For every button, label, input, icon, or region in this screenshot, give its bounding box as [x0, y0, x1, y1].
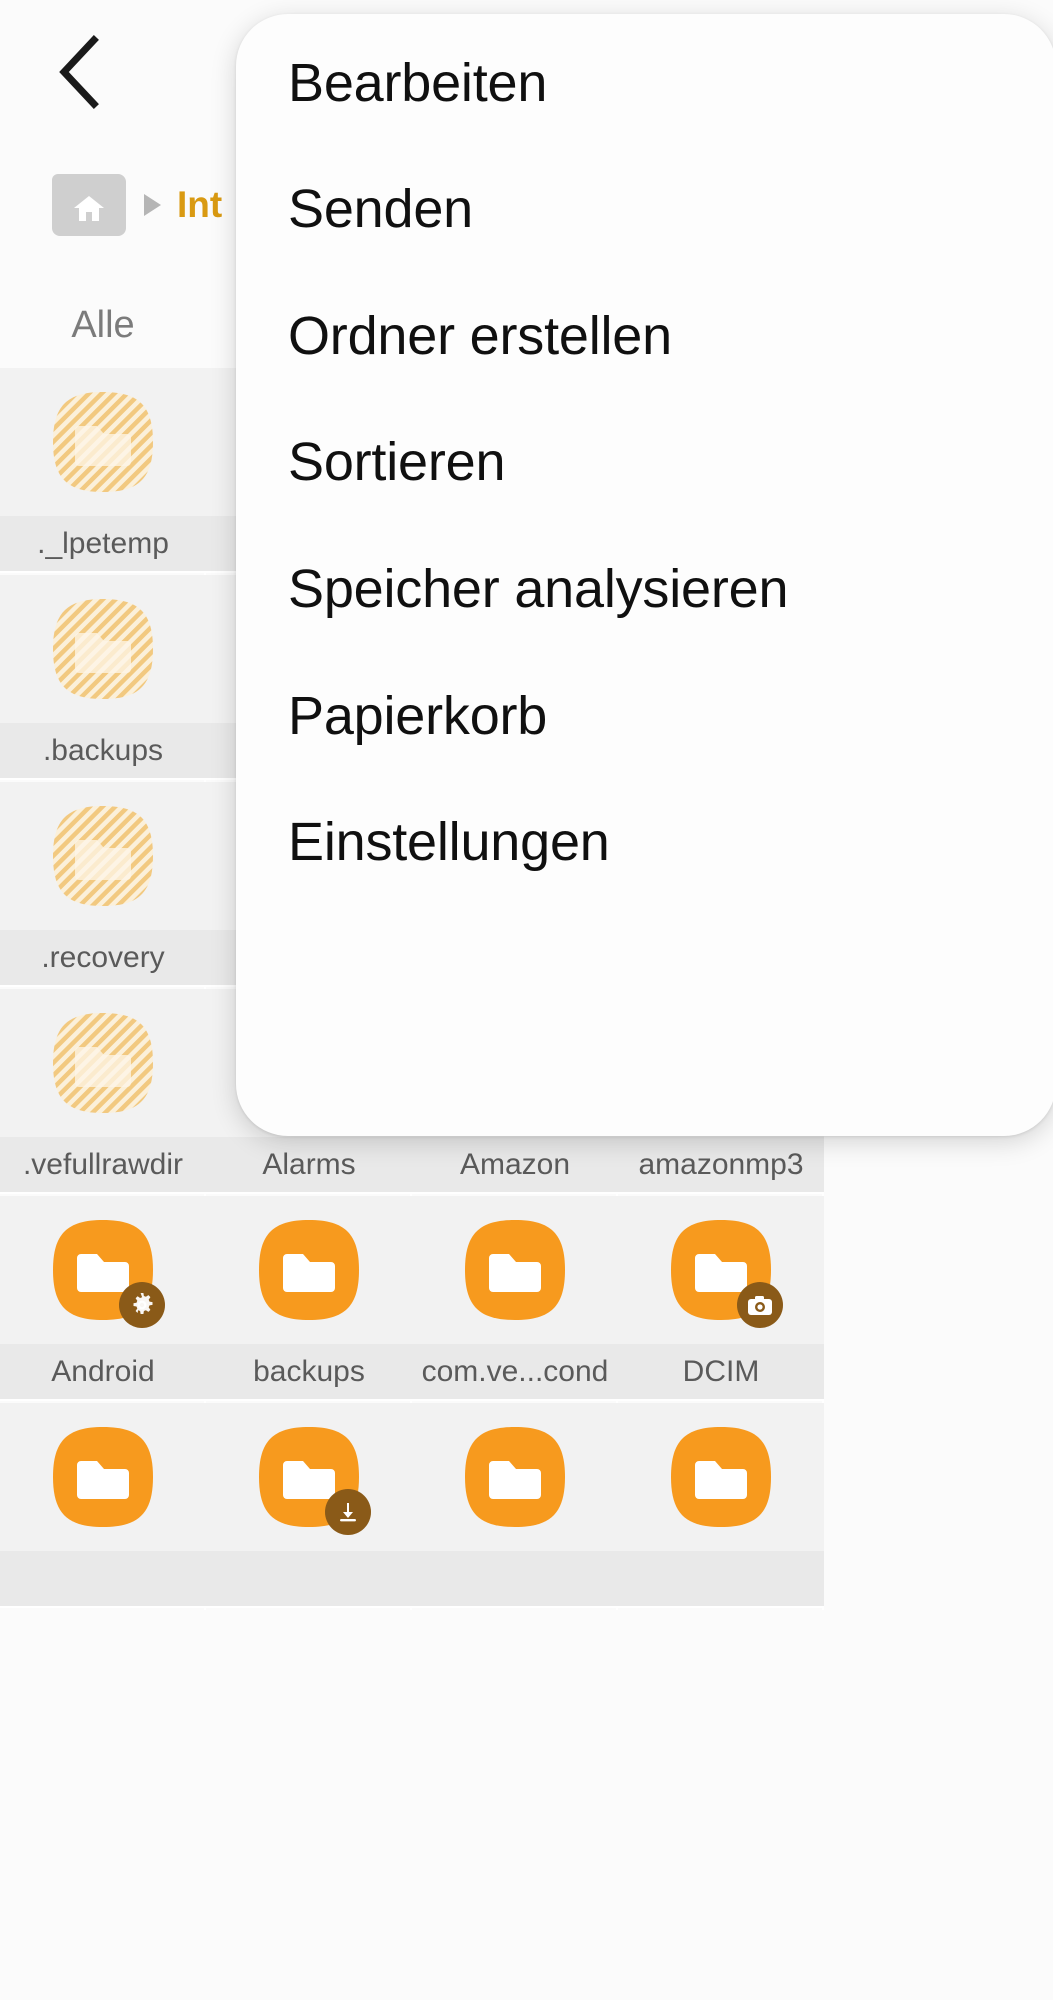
hidden-folder-icon: [51, 597, 155, 701]
menu-item-ordner-erstellen[interactable]: Ordner erstellen: [288, 281, 1048, 391]
file-thumbnail[interactable]: [0, 782, 206, 930]
overflow-menu: Bearbeiten Senden Ordner erstellen Sortiere…: [236, 14, 1053, 1136]
chevron-right-icon: [144, 194, 161, 216]
file-grid-item[interactable]: ._lpetemp: [0, 368, 206, 575]
folder-icon: [257, 1218, 361, 1322]
file-manager-screen: Int Alle ._lpetemp.apps.bluetooth.cache.…: [0, 0, 1053, 2000]
file-name-cell: DCIM: [618, 1344, 824, 1401]
file-grid-item[interactable]: [412, 1403, 618, 1610]
breadcrumb-current-label[interactable]: Int: [177, 184, 222, 226]
file-name-label: Alarms: [262, 1147, 356, 1181]
file-grid-item[interactable]: .recovery: [0, 782, 206, 989]
breadcrumb: Int: [52, 165, 222, 245]
menu-item-label: Papierkorb: [288, 686, 548, 746]
file-grid-item[interactable]: [206, 1403, 412, 1610]
menu-item-label: Bearbeiten: [288, 53, 548, 113]
folder-squircle-shape: [465, 1427, 565, 1527]
file-name-label: com.ve...cond: [421, 1354, 609, 1388]
folder-icon: [669, 1425, 773, 1529]
gear-badge-icon: [119, 1282, 165, 1328]
folder-icon: [463, 1425, 567, 1529]
menu-item-label: Senden: [288, 179, 473, 239]
menu-item-label: Speicher analysieren: [288, 559, 789, 619]
file-name-cell: [0, 1551, 206, 1608]
file-grid-item[interactable]: com.ve...cond: [412, 1196, 618, 1403]
file-name-cell: .vefullrawdir: [0, 1137, 206, 1194]
file-name-label: .vefullrawdir: [22, 1147, 184, 1181]
home-glyph-icon: [74, 196, 104, 221]
file-name-label: .backups: [42, 733, 164, 767]
hidden-folder-icon: [51, 1011, 155, 1115]
file-name-cell: ._lpetemp: [0, 516, 206, 573]
tab-alle-label: Alle: [71, 303, 135, 346]
file-thumbnail[interactable]: [618, 1403, 824, 1551]
file-thumbnail[interactable]: [0, 575, 206, 723]
menu-item-sortieren[interactable]: Sortieren: [288, 407, 1048, 517]
file-name-label: amazonmp3: [638, 1147, 804, 1181]
file-thumbnail[interactable]: [0, 368, 206, 516]
file-thumbnail[interactable]: [412, 1403, 618, 1551]
file-grid-item[interactable]: [618, 1403, 824, 1610]
menu-item-senden[interactable]: Senden: [288, 154, 1048, 264]
file-name-cell: Amazon: [412, 1137, 618, 1194]
file-name-cell: [618, 1551, 824, 1608]
folder-squircle-shape: [53, 392, 153, 492]
chevron-left-icon: [59, 35, 99, 109]
menu-item-label: Ordner erstellen: [288, 306, 672, 366]
file-grid-item[interactable]: backups: [206, 1196, 412, 1403]
file-name-label: Android: [51, 1354, 155, 1388]
folder-squircle-shape: [53, 1427, 153, 1527]
file-name-label: ._lpetemp: [37, 526, 169, 560]
folder-squircle-shape: [671, 1427, 771, 1527]
file-name-cell: [206, 1551, 412, 1608]
menu-item-label: Sortieren: [288, 432, 506, 492]
folder-squircle-shape: [53, 806, 153, 906]
file-grid-item[interactable]: .vefullrawdir: [0, 989, 206, 1196]
file-thumbnail[interactable]: [618, 1196, 824, 1344]
camera-badge-icon: [737, 1282, 783, 1328]
file-thumbnail[interactable]: [0, 989, 206, 1137]
folder-squircle-shape: [465, 1220, 565, 1320]
file-name-cell: backups: [206, 1344, 412, 1401]
file-thumbnail[interactable]: [206, 1403, 412, 1551]
folder-icon: [463, 1218, 567, 1322]
file-name-cell: .backups: [0, 723, 206, 780]
file-name-cell: amazonmp3: [618, 1137, 824, 1194]
menu-item-label: Einstellungen: [288, 812, 610, 872]
folder-squircle-shape: [53, 599, 153, 699]
file-name-cell: [412, 1551, 618, 1608]
hidden-folder-icon: [51, 390, 155, 494]
file-name-cell: com.ve...cond: [412, 1344, 618, 1401]
menu-item-speicher-analysieren[interactable]: Speicher analysieren: [288, 534, 1048, 644]
file-name-cell: .recovery: [0, 930, 206, 987]
file-thumbnail[interactable]: [206, 1196, 412, 1344]
file-name-cell: Alarms: [206, 1137, 412, 1194]
file-grid-item[interactable]: Android: [0, 1196, 206, 1403]
file-grid-item[interactable]: DCIM: [618, 1196, 824, 1403]
menu-item-einstellungen[interactable]: Einstellungen: [288, 787, 1048, 897]
file-thumbnail[interactable]: [412, 1196, 618, 1344]
file-thumbnail[interactable]: [0, 1196, 206, 1344]
file-name-cell: Android: [0, 1344, 206, 1401]
hidden-folder-icon: [51, 804, 155, 908]
home-folder-icon[interactable]: [52, 174, 126, 236]
folder-icon: [669, 1218, 783, 1328]
folder-icon: [51, 1218, 165, 1328]
folder-icon: [257, 1425, 371, 1535]
file-name-label: .recovery: [41, 940, 165, 974]
file-thumbnail[interactable]: [0, 1403, 206, 1551]
back-button[interactable]: [40, 32, 120, 112]
file-grid-item[interactable]: .backups: [0, 575, 206, 782]
file-name-label: Amazon: [459, 1147, 571, 1181]
folder-icon: [51, 1425, 155, 1529]
file-name-label: backups: [253, 1354, 365, 1388]
file-name-label: DCIM: [682, 1354, 760, 1388]
tab-alle[interactable]: Alle: [0, 282, 206, 368]
download-badge-icon: [325, 1489, 371, 1535]
file-grid-item[interactable]: [0, 1403, 206, 1610]
menu-item-papierkorb[interactable]: Papierkorb: [288, 661, 1048, 771]
menu-item-bearbeiten[interactable]: Bearbeiten: [288, 28, 1048, 138]
folder-squircle-shape: [259, 1220, 359, 1320]
folder-squircle-shape: [53, 1013, 153, 1113]
